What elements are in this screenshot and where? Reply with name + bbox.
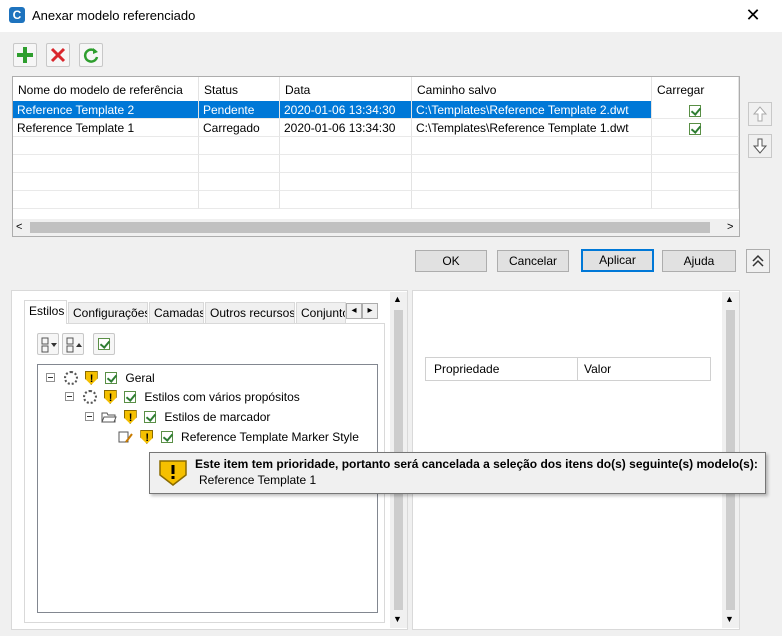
- item-checkbox[interactable]: [124, 390, 137, 403]
- reference-templates-grid[interactable]: Nome do modelo de referência Status Data…: [12, 76, 740, 237]
- tree-item-label: Estilos de marcador: [164, 409, 271, 424]
- load-checkbox[interactable]: [689, 104, 701, 117]
- cell-path: C:\Templates\Reference Template 1.dwt: [412, 119, 652, 137]
- tree-item[interactable]: Reference Template Marker Style: [118, 427, 359, 445]
- property-grid-header: Propriedade Valor: [425, 357, 711, 381]
- double-chevron-up-icon: [752, 254, 764, 267]
- remove-button[interactable]: [46, 43, 70, 67]
- priority-tooltip: Este item tem prioridade, portanto será …: [149, 452, 766, 494]
- table-row[interactable]: Reference Template 2 Pendente 2020-01-06…: [13, 101, 739, 119]
- tooltip-title: Este item tem prioridade, portanto será …: [195, 457, 758, 471]
- scroll-thumb[interactable]: [30, 222, 710, 233]
- column-header-name[interactable]: Nome do modelo de referência: [13, 77, 199, 103]
- arrow-down-icon: [752, 138, 768, 154]
- scroll-down-arrow[interactable]: ▼: [393, 614, 402, 624]
- tree-item[interactable]: Geral: [46, 368, 155, 386]
- collapse-button[interactable]: [746, 249, 770, 273]
- load-checkbox[interactable]: [689, 122, 701, 135]
- item-checkbox[interactable]: [105, 371, 118, 384]
- warning-icon: [140, 429, 154, 444]
- tooltip-detail: Reference Template 1: [199, 473, 317, 487]
- folder-open-icon: [101, 412, 118, 423]
- add-button[interactable]: [13, 43, 37, 67]
- horizontal-scrollbar[interactable]: < >: [13, 219, 739, 236]
- check-all-button[interactable]: [93, 333, 115, 355]
- collapse-toggle[interactable]: [85, 412, 94, 422]
- tree-item[interactable]: Estilos de marcador: [85, 407, 270, 425]
- column-divider: [577, 358, 578, 380]
- tab-other-resources[interactable]: Outros recursos: [205, 302, 295, 323]
- marker-style-icon: [118, 431, 133, 443]
- scroll-right-arrow[interactable]: >: [727, 219, 733, 236]
- close-button[interactable]: ✕: [730, 0, 776, 32]
- title-bar: C Anexar modelo referenciado ✕: [0, 0, 782, 32]
- gear-icon: [83, 389, 98, 404]
- move-up-button[interactable]: [748, 102, 772, 126]
- empty-row: [13, 191, 739, 209]
- tab-scroll-left[interactable]: ◂: [346, 303, 362, 319]
- cell-load[interactable]: [652, 119, 739, 137]
- column-header-load[interactable]: Carregar: [652, 77, 739, 103]
- warning-icon: [103, 389, 117, 404]
- cell-date: 2020-01-06 13:34:30: [280, 101, 412, 119]
- cancel-button[interactable]: Cancelar: [497, 250, 569, 272]
- empty-row: [13, 155, 739, 173]
- refresh-icon: [83, 48, 99, 63]
- tree-item-label: Estilos com vários propósitos: [144, 389, 300, 404]
- tab-sets[interactable]: Conjuntos: [296, 302, 346, 323]
- cell-name: Reference Template 2: [13, 101, 199, 119]
- plus-icon: [17, 47, 33, 63]
- item-checkbox[interactable]: [160, 430, 173, 443]
- warning-icon: [159, 460, 187, 486]
- checkbox-icon: [98, 338, 110, 350]
- ok-button[interactable]: OK: [415, 250, 487, 272]
- column-header-path[interactable]: Caminho salvo: [412, 77, 652, 103]
- cell-date: 2020-01-06 13:34:30: [280, 119, 412, 137]
- tree-item[interactable]: Estilos com vários propósitos: [65, 387, 300, 405]
- cell-path: C:\Templates\Reference Template 2.dwt: [412, 101, 652, 119]
- warning-icon: [123, 409, 137, 424]
- item-checkbox[interactable]: [144, 410, 157, 423]
- tree-item-label: Reference Template Marker Style: [181, 429, 359, 444]
- column-header-value[interactable]: Valor: [584, 358, 611, 380]
- tree-item-label: Geral: [125, 370, 155, 385]
- cell-status: Pendente: [199, 101, 280, 119]
- scroll-up-arrow[interactable]: ▲: [725, 294, 734, 304]
- table-row[interactable]: Reference Template 1 Carregado 2020-01-0…: [13, 119, 739, 137]
- scroll-left-arrow[interactable]: <: [16, 219, 22, 236]
- expand-all-icon: [41, 337, 57, 353]
- move-down-button[interactable]: [748, 134, 772, 158]
- collapse-all-icon: [66, 337, 82, 353]
- tab-layers[interactable]: Camadas: [149, 302, 204, 323]
- scroll-up-arrow[interactable]: ▲: [393, 294, 402, 304]
- help-button[interactable]: Ajuda: [662, 250, 736, 272]
- window-title: Anexar modelo referenciado: [32, 8, 196, 23]
- column-header-date[interactable]: Data: [280, 77, 412, 103]
- refresh-button[interactable]: [79, 43, 103, 67]
- arrow-up-icon: [752, 106, 768, 122]
- scroll-down-arrow[interactable]: ▼: [725, 614, 734, 624]
- expand-all-button[interactable]: [37, 333, 59, 355]
- empty-row: [13, 137, 739, 155]
- warning-icon: [84, 370, 98, 385]
- column-header-property[interactable]: Propriedade: [434, 358, 499, 380]
- empty-row: [13, 173, 739, 191]
- gear-icon: [64, 370, 79, 385]
- app-icon: C: [9, 7, 25, 23]
- cell-load[interactable]: [652, 101, 739, 119]
- cell-status: Carregado: [199, 119, 280, 137]
- collapse-toggle[interactable]: [46, 373, 55, 383]
- tab-settings[interactable]: Configurações: [68, 302, 148, 323]
- cell-name: Reference Template 1: [13, 119, 199, 137]
- tab-scroll-right[interactable]: ▸: [362, 303, 378, 319]
- collapse-toggle[interactable]: [65, 392, 74, 402]
- delete-x-icon: [50, 47, 66, 63]
- tab-styles[interactable]: Estilos: [24, 300, 67, 324]
- column-header-status[interactable]: Status: [199, 77, 280, 103]
- collapse-all-button[interactable]: [62, 333, 84, 355]
- apply-button[interactable]: Aplicar: [581, 249, 654, 272]
